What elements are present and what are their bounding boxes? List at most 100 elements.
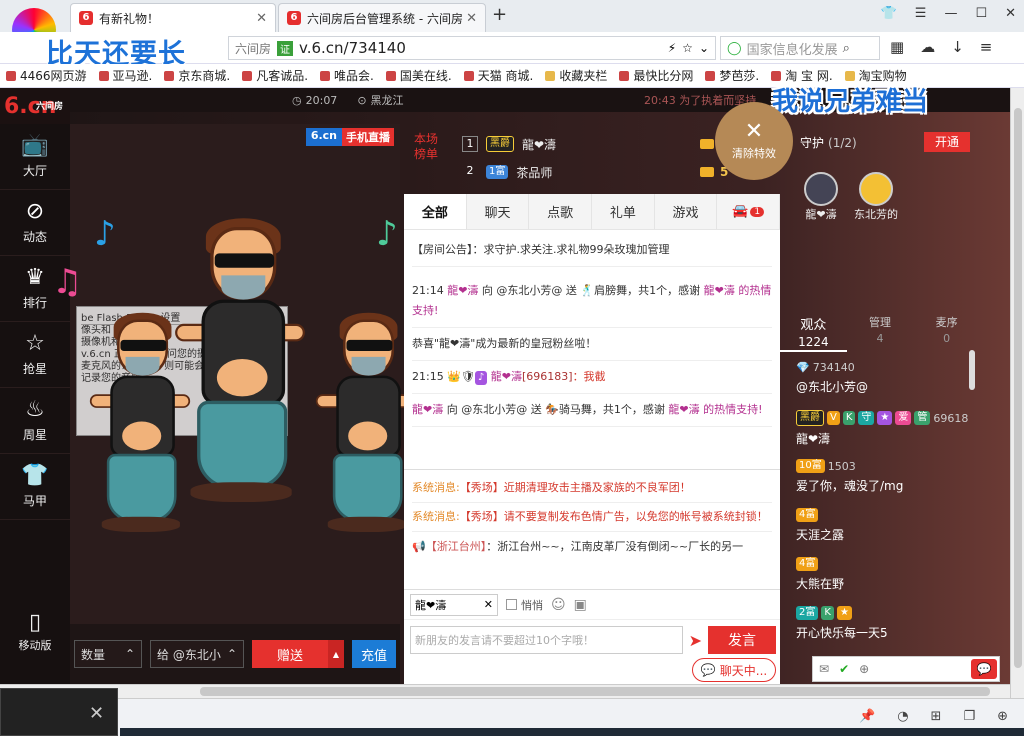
shirt-icon[interactable]: 👕 [881, 6, 897, 21]
bookmark-item[interactable]: 天猫 商城. [463, 67, 533, 84]
tab-all[interactable]: 全部 [404, 194, 467, 229]
close-icon[interactable]: ✕ [484, 598, 493, 611]
msg-sender[interactable]: 龍❤濤 [491, 370, 522, 383]
chat-icon[interactable]: 💬 [971, 659, 997, 679]
send-options-button[interactable]: ▲ [328, 640, 344, 668]
bookmark-item[interactable]: 最快比分网 [619, 67, 693, 84]
send-arrow-icon[interactable]: ➤ [689, 631, 702, 650]
mobile-version-link[interactable]: ▯ 移动版 [0, 610, 70, 662]
nav-item-grab-star[interactable]: ☆ 抢星 [0, 322, 70, 388]
menu-icon[interactable]: ☰ [915, 6, 927, 21]
restore-icon[interactable]: ❐ [963, 709, 975, 724]
chat-target-select[interactable]: 龍❤濤 ✕ [410, 593, 498, 616]
audience-scrollbar[interactable] [969, 350, 975, 390]
gift-quantity-select[interactable]: 数量 ⌃ [74, 640, 142, 668]
scroll-thumb[interactable] [200, 687, 990, 696]
guard-user[interactable]: 龍❤濤 [804, 172, 838, 222]
tab-mic-queue[interactable]: 麦序 0 [913, 314, 980, 352]
tab-gift-list[interactable]: 礼单 [592, 194, 655, 229]
grid-icon[interactable]: ⊞ [931, 709, 942, 724]
msg-sender[interactable]: 龍❤濤 [447, 284, 478, 297]
search-engine-icon: ◯ [727, 40, 742, 56]
hamburger-icon[interactable]: ≡ [980, 38, 993, 56]
car-icon: 🚘 [732, 204, 749, 219]
nav-item-feed[interactable]: ⊘ 动态 [0, 190, 70, 256]
bolt-icon[interactable]: ⚡ [668, 41, 676, 55]
open-guard-button[interactable]: 开通 [924, 132, 970, 152]
bookmark-item[interactable]: 亚马逊. [98, 67, 152, 84]
bookmark-label: 收藏夹栏 [559, 69, 608, 83]
close-tab-icon[interactable]: ✕ [466, 11, 477, 26]
list-item[interactable]: 黑爵 V K 守 ★ 爱管 69618 龍❤濤 [796, 407, 986, 456]
audience-list[interactable]: 💎 734140 @东北小芳@ 黑爵 V K 守 ★ 爱管 69618 龍❤濤 10富 1503 爱了… [796, 358, 986, 678]
bookmark-item[interactable]: 唯品会. [320, 67, 374, 84]
pin-icon[interactable]: 📌 [859, 709, 875, 724]
list-item[interactable]: 2富 K ★ 开心快乐每一天5 [796, 603, 986, 652]
vertical-scrollbar[interactable] [1010, 88, 1024, 698]
nav-item-vest[interactable]: 👕 马甲 [0, 454, 70, 520]
chat-messages[interactable]: 【房间公告】：求守护.求关注.求礼物99朵玫瑰加管理 21:14 龍❤濤 向 @… [404, 230, 780, 470]
tab-admin[interactable]: 6 六间房后台管理系统 - 六间房 ✕ [278, 3, 486, 32]
site-logo[interactable]: 6.cn 六间房 [0, 88, 70, 124]
add-friend-icon[interactable]: ⊕ [859, 662, 869, 676]
video-player[interactable]: 6.cn手机直播 be Flash Player 设置 像头和 摄像机和麦克风 … [52, 124, 417, 624]
close-icon[interactable]: ✕ [1005, 6, 1016, 21]
horizontal-scrollbar[interactable] [0, 684, 1010, 698]
search-input[interactable]: ◯ 国家信息化发展 ⌕ [720, 36, 880, 60]
send-message-button[interactable]: 发言 [708, 626, 776, 654]
bookmark-item[interactable]: 4466网页游 [6, 67, 87, 84]
recharge-button[interactable]: 充值 [352, 640, 396, 668]
tab-admins[interactable]: 管理 4 [847, 314, 914, 352]
star-icon[interactable]: ☆ [682, 41, 693, 55]
chat-input[interactable]: 新朋友的发言请不要超过10个字哦！ [410, 626, 683, 654]
list-item[interactable]: 💎 734140 @东北小芳@ [796, 358, 986, 407]
tab-song[interactable]: 点歌 [529, 194, 593, 229]
mail-icon[interactable]: ✉ [819, 662, 829, 676]
scroll-thumb[interactable] [1014, 108, 1022, 668]
chatting-popup[interactable]: 💬 聊天中... [692, 658, 776, 682]
tab-title: 六间房后台管理系统 - 六间房 [307, 11, 463, 26]
chevron-down-icon[interactable]: ⌄ [699, 41, 709, 55]
rank-label[interactable]: 本场 榜单 [414, 132, 444, 162]
system-messages[interactable]: 系统消息:【秀场】近期清理攻击主播及家族的不良军团！ 系统消息:【秀场】请不要复… [404, 470, 780, 590]
bookmark-item[interactable]: 凡客诚品. [242, 67, 308, 84]
guard-user[interactable]: 东北芳的 [854, 172, 898, 222]
list-item[interactable]: 10富 1503 爱了你，魂没了/mg [796, 456, 986, 505]
tab-audience[interactable]: 观众 1224 [780, 314, 847, 352]
bookmark-folder[interactable]: 收藏夹栏 [545, 67, 607, 84]
close-icon[interactable]: ✕ [89, 703, 104, 724]
download-icon[interactable]: ↓ [951, 38, 964, 56]
tab-gift[interactable]: 6 有新礼物！ ✕ [70, 3, 276, 32]
bookmark-item[interactable]: 梦芭莎. [705, 67, 759, 84]
new-tab-button[interactable]: + [492, 4, 507, 25]
check-icon[interactable]: ✔ [839, 662, 849, 676]
search-icon[interactable]: ⌕ [843, 41, 850, 56]
image-icon[interactable]: ▣ [574, 597, 587, 613]
tv-icon: 📺 [21, 132, 49, 158]
rank-row[interactable]: 2 1富 茶品师 5 [462, 160, 729, 184]
list-item[interactable]: 4富 大熊在野 [796, 554, 986, 603]
maximize-icon[interactable]: ☐ [975, 6, 987, 21]
apps-icon[interactable]: ▦ [890, 38, 904, 56]
nav-item-hall[interactable]: 📺 大厅 [0, 124, 70, 190]
whisper-checkbox[interactable]: 悄悄 [506, 597, 543, 613]
list-item[interactable]: 4富 天涯之露 [796, 505, 986, 554]
chevron-down-icon: ⌃ [226, 647, 237, 661]
speed-icon[interactable]: ◔ [897, 709, 908, 724]
tab-games[interactable]: 游戏 [655, 194, 718, 229]
tab-car[interactable]: 🚘 1 [717, 194, 781, 229]
gift-recipient-select[interactable]: 给 @东北小 ⌃ [150, 640, 244, 668]
bookmark-item[interactable]: 京东商城. [164, 67, 230, 84]
msg-sender[interactable]: 龍❤濤 [412, 403, 443, 416]
rank-row[interactable]: 1 黑爵 龍❤濤 7000 [462, 132, 753, 156]
emoji-icon[interactable]: ☺ [551, 597, 566, 613]
tab-chat[interactable]: 聊天 [467, 194, 530, 229]
cloud-icon[interactable]: ☁ [920, 38, 935, 56]
nav-item-week-star[interactable]: ♨ 周星 [0, 388, 70, 454]
send-gift-button[interactable]: 赠送 [252, 640, 328, 668]
zoom-icon[interactable]: ⊕ [997, 709, 1008, 724]
bookmark-item[interactable]: 国美在线. [385, 67, 452, 84]
minimize-icon[interactable]: — [944, 6, 957, 21]
close-tab-icon[interactable]: ✕ [256, 11, 267, 26]
address-field[interactable]: 六间房 证 v.6.cn/734140 ⚡ ☆ ⌄ [228, 36, 716, 60]
